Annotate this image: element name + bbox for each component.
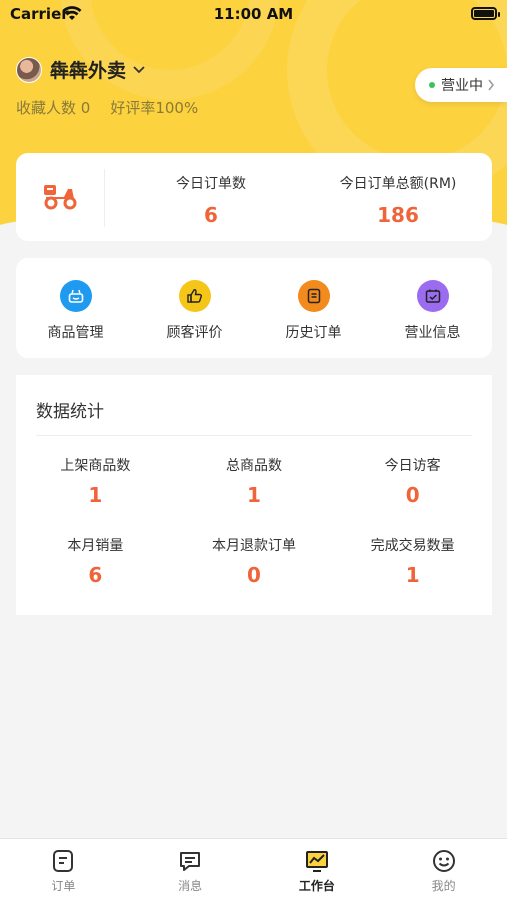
stat-label: 本月销量 — [67, 538, 124, 554]
shortcut-customer-reviews[interactable]: 顾客评价 — [135, 258, 254, 358]
today-orders-value: 6 — [204, 203, 218, 227]
tab-dashboard[interactable]: 工作台 — [254, 839, 381, 900]
tab-label: 订单 — [51, 879, 76, 893]
stat-value: 1 — [88, 483, 103, 507]
stat-value: 6 — [88, 563, 103, 587]
clock: 11:00 AM — [213, 5, 294, 23]
stat-value: 1 — [247, 483, 261, 507]
store-meta: 收藏人数 0 好评率100% — [16, 97, 198, 118]
stat-monthly-refunds[interactable]: 本月退款订单 0 — [175, 535, 334, 587]
divider — [104, 169, 105, 227]
today-amount-stat[interactable]: 今日订单总额(RM) 186 — [328, 173, 468, 227]
statistics-grid: 上架商品数 1 总商品数 1 今日访客 0 本月销量 6 本月退款订单 0 完成… — [16, 455, 492, 587]
stat-today-visitors[interactable]: 今日访客 0 — [333, 455, 492, 507]
stat-label: 完成交易数量 — [370, 538, 455, 554]
stat-listed-products[interactable]: 上架商品数 1 — [16, 455, 175, 507]
shortcut-grid: 商品管理 顾客评价 历史订单 营业信息 — [16, 258, 492, 358]
calendar-check-icon — [416, 280, 449, 312]
tab-profile[interactable]: 我的 — [380, 839, 507, 900]
chevron-down-icon — [133, 65, 145, 73]
tab-messages[interactable]: 消息 — [127, 839, 254, 900]
business-status-button[interactable]: 营业中 — [415, 68, 507, 102]
today-orders-stat[interactable]: 今日订单数 6 — [156, 173, 266, 227]
today-orders-label: 今日订单数 — [176, 176, 246, 192]
status-bar: Carrier 11:00 AM — [0, 0, 507, 30]
today-amount-value: 186 — [377, 203, 419, 227]
avatar — [16, 56, 42, 83]
shortcut-order-history[interactable]: 历史订单 — [254, 258, 373, 358]
shortcut-label: 商品管理 — [47, 325, 104, 341]
basket-icon — [59, 280, 92, 312]
online-dot — [429, 82, 435, 88]
shortcut-product-management[interactable]: 商品管理 — [16, 258, 135, 358]
order-icon — [53, 850, 74, 872]
message-icon — [180, 852, 201, 871]
order-list-icon — [297, 280, 330, 312]
smiley-icon — [432, 850, 455, 872]
stat-label: 今日访客 — [384, 458, 441, 474]
store-switcher[interactable]: 犇犇外卖 — [16, 56, 146, 83]
shortcut-label: 顾客评价 — [166, 325, 223, 341]
chevron-right-icon — [488, 79, 494, 91]
dashboard-icon — [305, 851, 328, 872]
today-amount-label: 今日订单总额(RM) — [339, 176, 457, 192]
tab-label: 消息 — [178, 879, 203, 893]
stat-value: 0 — [247, 563, 261, 587]
shortcut-label: 历史订单 — [285, 325, 342, 341]
stat-monthly-sales[interactable]: 本月销量 6 — [16, 535, 175, 587]
statistics-card: 数据统计 上架商品数 1 总商品数 1 今日访客 0 本月销量 6 本月退款订单… — [16, 375, 492, 615]
tab-orders[interactable]: 订单 — [0, 839, 127, 900]
tab-label: 工作台 — [298, 879, 335, 893]
rating-rate: 好评率100% — [110, 99, 199, 117]
business-status-label: 营业中 — [441, 78, 483, 94]
stat-value: 1 — [405, 563, 420, 587]
thumbs-up-icon — [178, 280, 211, 312]
stat-label: 本月退款订单 — [211, 538, 296, 554]
stat-value: 0 — [405, 483, 420, 507]
stat-total-products[interactable]: 总商品数 1 — [175, 455, 334, 507]
stat-label: 总商品数 — [225, 458, 282, 474]
divider — [36, 435, 472, 436]
stat-label: 上架商品数 — [60, 458, 131, 474]
scooter-icon — [44, 185, 77, 210]
battery-icon — [471, 7, 500, 20]
tab-label: 我的 — [431, 879, 456, 893]
tab-bar: 订单 消息 工作台 我的 — [0, 838, 507, 900]
shortcut-business-info[interactable]: 营业信息 — [373, 258, 492, 358]
store-name: 犇犇外卖 — [50, 60, 127, 82]
statistics-title: 数据统计 — [36, 402, 104, 422]
today-summary-card: 今日订单数 6 今日订单总额(RM) 186 — [16, 153, 492, 241]
favorites-count: 收藏人数 0 — [16, 99, 91, 117]
stat-completed-transactions[interactable]: 完成交易数量 1 — [333, 535, 492, 587]
shortcut-label: 营业信息 — [404, 325, 461, 341]
